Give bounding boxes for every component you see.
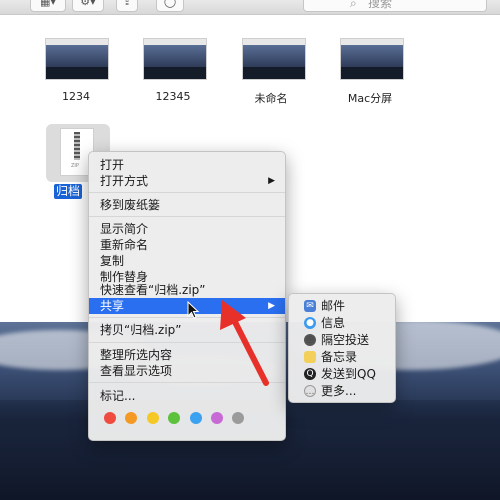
tag-button[interactable]: ◯ [156, 0, 184, 12]
file-thumbnail[interactable] [143, 38, 207, 80]
menu-item-rename[interactable]: 重新命名 [89, 237, 285, 253]
file-name[interactable]: Mac分屏 [325, 90, 415, 106]
tag-blue-icon[interactable] [190, 412, 202, 424]
mail-icon: ✉ [304, 300, 316, 312]
menu-item-label: 整理所选内容 [100, 348, 173, 362]
airdrop-icon: ◎ [304, 334, 316, 346]
menu-item-label: 快速查看“归档.zip” [100, 283, 206, 297]
menu-item-show-view-options[interactable]: 查看显示选项 [89, 363, 285, 379]
menu-item-duplicate[interactable]: 复制 [89, 253, 285, 269]
tag-orange-icon[interactable] [125, 412, 137, 424]
share-item-mail[interactable]: ✉ 邮件 [289, 298, 395, 314]
menu-item-clean-up-selection[interactable]: 整理所选内容 [89, 347, 285, 363]
more-icon: … [304, 385, 316, 397]
notes-icon [304, 351, 316, 363]
share-item-label: 备忘录 [321, 350, 358, 364]
gear-icon: ⚙▾ [80, 0, 96, 8]
tag-gray-icon[interactable] [232, 412, 244, 424]
share-item-messages[interactable]: ● 信息 [289, 315, 395, 331]
share-icon: ⇪ [122, 0, 132, 8]
menu-item-label: 移到废纸篓 [100, 198, 161, 212]
share-button[interactable]: ⇪ [116, 0, 138, 12]
tag-red-icon[interactable] [104, 412, 116, 424]
mouse-cursor-icon [187, 301, 200, 319]
share-item-more[interactable]: … 更多... [289, 383, 395, 399]
context-menu: 打开 打开方式 ▶ 移到废纸篓 显示简介 重新命名 复制 制作替身 快速查看“归… [88, 151, 286, 441]
zipper-icon [74, 132, 80, 160]
menu-item-open[interactable]: 打开 [89, 157, 285, 173]
finder-toolbar: ▦▾ ⚙▾ ⇪ ◯ ⌕ 搜索 [0, 0, 500, 15]
file-name[interactable]: 未命名 [226, 90, 316, 106]
share-item-qq[interactable]: Q 发送到QQ [289, 366, 395, 382]
file-thumbnail[interactable] [242, 38, 306, 80]
action-button[interactable]: ⚙▾ [72, 0, 104, 12]
share-item-label: 隔空投送 [321, 333, 370, 347]
tag-purple-icon[interactable] [211, 412, 223, 424]
file-name[interactable]: 12345 [128, 90, 218, 103]
share-item-notes[interactable]: 备忘录 [289, 349, 395, 365]
menu-item-label: 打开方式 [100, 174, 149, 188]
file-thumbnail[interactable] [45, 38, 109, 80]
menu-item-label: 标记... [100, 389, 136, 403]
menu-item-copy[interactable]: 拷贝“归档.zip” [89, 322, 285, 338]
menu-item-quick-look[interactable]: 快速查看“归档.zip” [89, 282, 285, 298]
menu-divider [89, 192, 285, 193]
menu-item-label: 复制 [100, 254, 125, 268]
tag-green-icon[interactable] [168, 412, 180, 424]
file-name[interactable]: 1234 [31, 90, 121, 103]
menu-item-label: 重新命名 [100, 238, 149, 252]
share-item-label: 更多... [321, 384, 357, 398]
share-item-label: 发送到QQ [321, 367, 376, 381]
menu-divider [89, 216, 285, 217]
search-placeholder: 搜索 [368, 0, 393, 10]
submenu-arrow-icon: ▶ [268, 301, 275, 311]
tag-yellow-icon[interactable] [147, 412, 159, 424]
menu-item-label: 查看显示选项 [100, 364, 173, 378]
menu-item-open-with[interactable]: 打开方式 ▶ [89, 173, 285, 189]
submenu-arrow-icon: ▶ [268, 176, 275, 186]
menu-item-label: 打开 [100, 158, 125, 172]
view-grid-button[interactable]: ▦▾ [30, 0, 66, 12]
menu-item-get-info[interactable]: 显示简介 [89, 221, 285, 237]
menu-item-label: 拷贝“归档.zip” [100, 323, 182, 337]
share-item-label: 邮件 [321, 299, 346, 313]
share-submenu: ✉ 邮件 ● 信息 ◎ 隔空投送 备忘录 Q 发送到QQ … 更多... [288, 293, 396, 403]
tag-icon: ◯ [163, 0, 177, 8]
menu-item-label: 显示简介 [100, 222, 149, 236]
share-item-airdrop[interactable]: ◎ 隔空投送 [289, 332, 395, 348]
menu-item-tags[interactable]: 标记... [89, 388, 285, 404]
menu-item-label: 共享 [100, 299, 125, 313]
magnifier-icon: ⌕ [350, 0, 357, 10]
qq-icon: Q [304, 368, 316, 380]
menu-divider [89, 342, 285, 343]
menu-item-move-to-trash[interactable]: 移到废纸篓 [89, 197, 285, 213]
selected-file-name[interactable]: 归档 [54, 184, 83, 199]
zip-icon-label: ZIP [71, 163, 79, 169]
messages-icon: ● [304, 317, 316, 329]
menu-divider [89, 382, 285, 383]
file-thumbnail[interactable] [340, 38, 404, 80]
view-grid-icon: ▦▾ [40, 0, 56, 8]
search-input[interactable]: ⌕ 搜索 [303, 0, 487, 12]
share-item-label: 信息 [321, 316, 346, 330]
